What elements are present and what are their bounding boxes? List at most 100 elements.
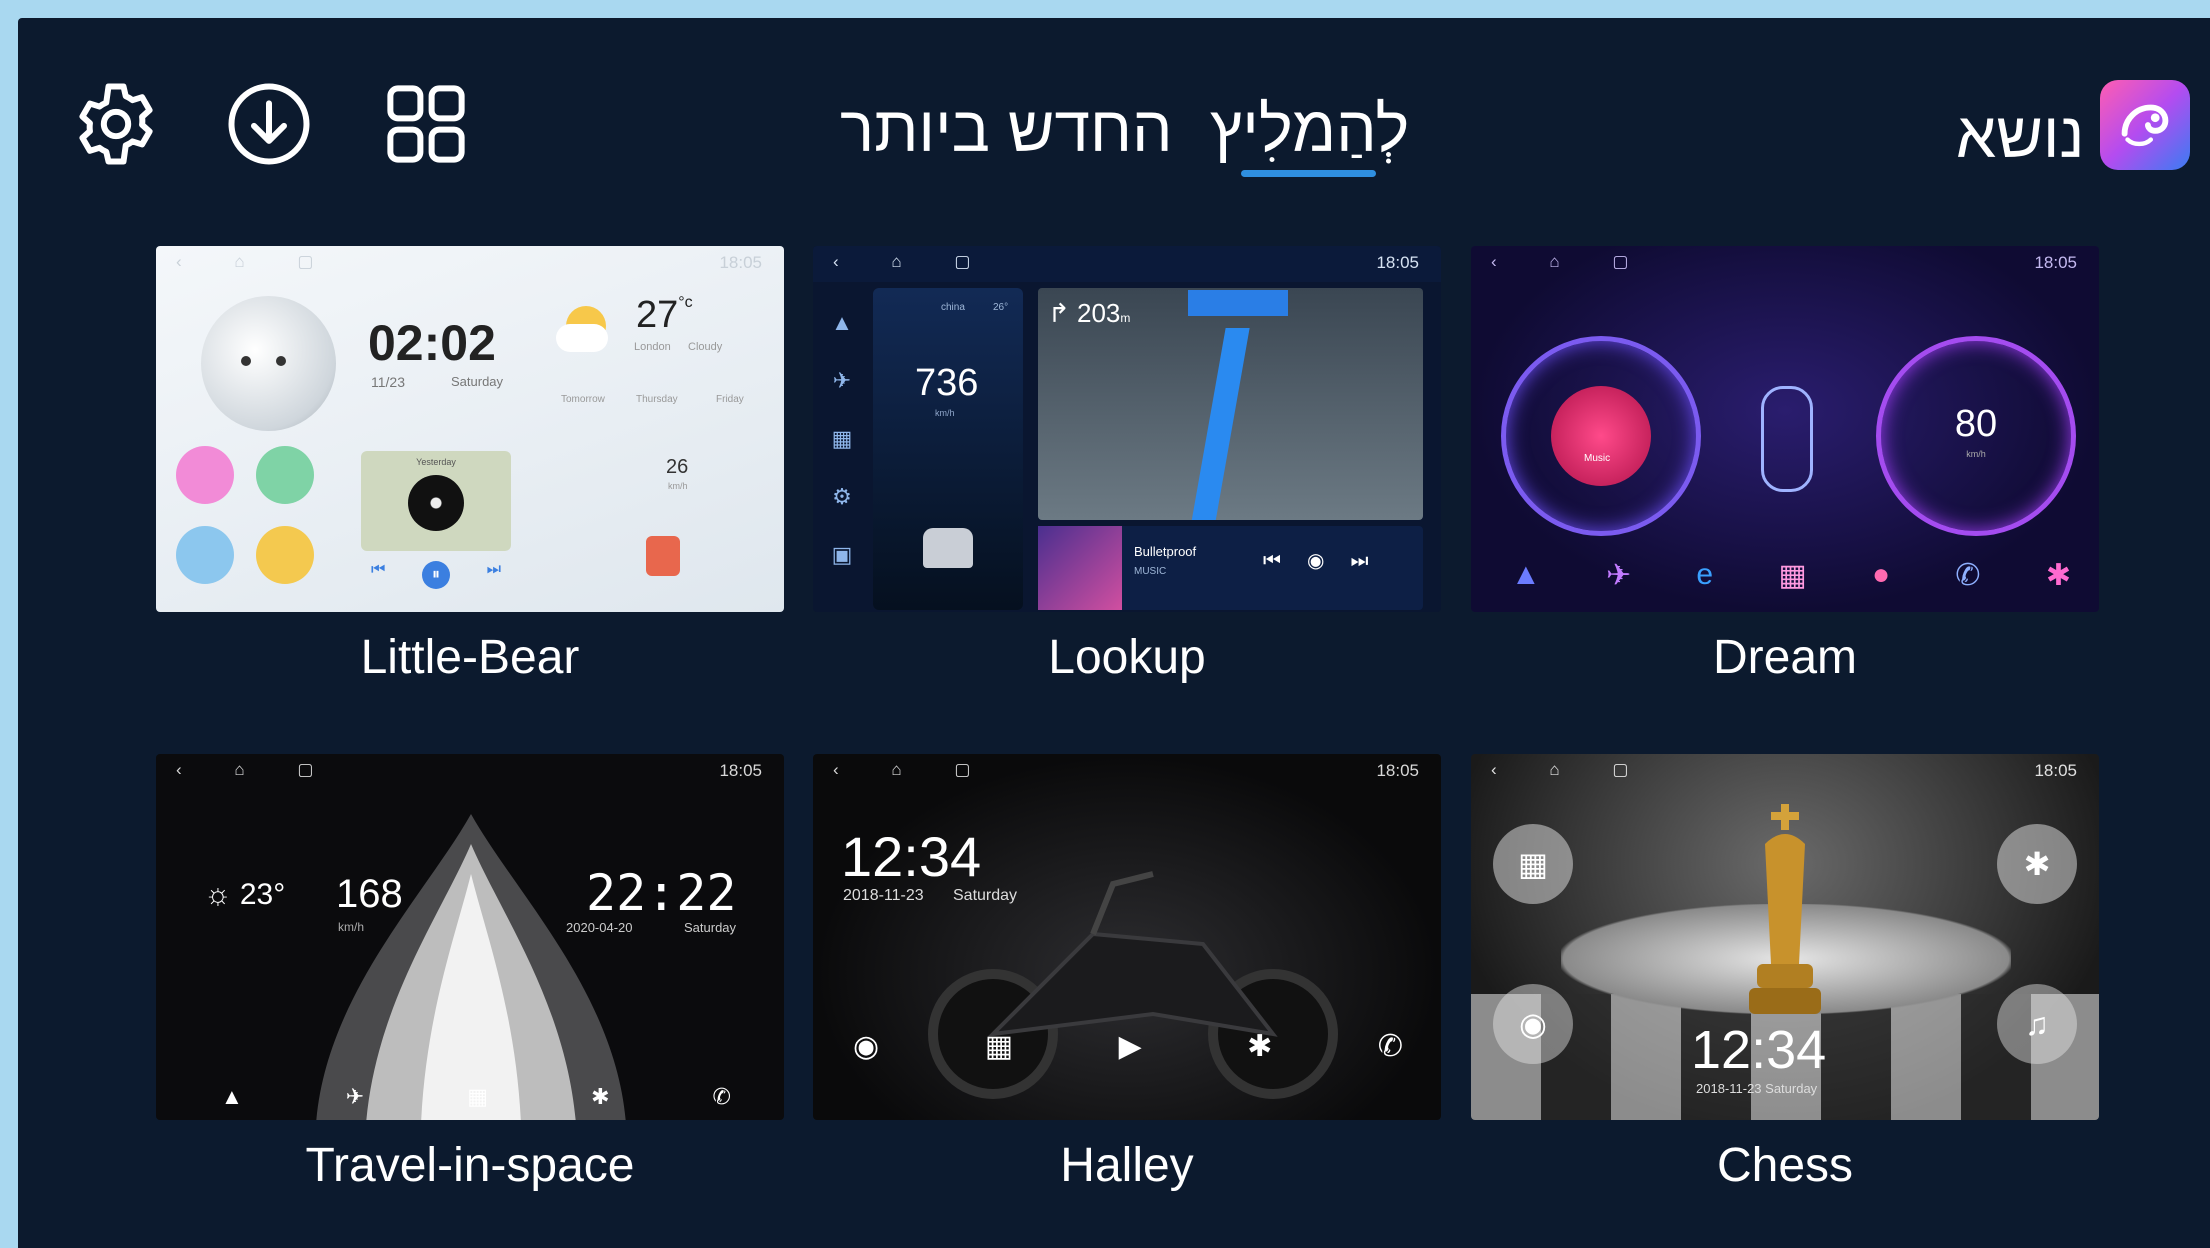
grid-view-button[interactable] <box>378 76 474 172</box>
speed-unit: km/h <box>1966 449 1986 459</box>
song-sub: MUSIC <box>1134 566 1167 577</box>
download-icon <box>228 83 310 165</box>
forecast-2: Thursday <box>636 394 678 405</box>
music-button[interactable]: ♫ <box>1997 984 2077 1064</box>
theme-card-dream[interactable]: ‹ ⌂ ▢ 18:05 Music 80 km/h ▲ ✈ e ▦ ● ✆ ✱ Dream <box>1471 246 2099 685</box>
status-nav-icons: ‹ ⌂ ▢ <box>1491 252 1653 271</box>
apps-button[interactable]: ▦ <box>1493 824 1573 904</box>
music-dial: Music <box>1501 336 1701 536</box>
temp-value: 23° <box>239 878 286 911</box>
speed-unit: km/h <box>338 920 365 934</box>
status-time: 18:05 <box>1376 761 1419 780</box>
grid-icon <box>387 85 465 163</box>
clock-date: 2018-11-23 Saturday <box>1696 1081 1818 1096</box>
browser-button[interactable]: ◉ <box>1493 984 1573 1064</box>
rocket-graphic <box>316 814 626 1120</box>
temp-unit: °c <box>678 294 693 311</box>
status-time: 18:05 <box>719 761 762 780</box>
turn-distance: ↱ 203m <box>1048 298 1131 328</box>
theme-preview: ‹ ⌂ ▢ 18:05 ☼ 23° 168 km/h 22:22 2020-04… <box>156 754 784 1120</box>
app-icon-blue <box>176 526 234 584</box>
status-nav-icons: ‹ ⌂ ▢ <box>1491 760 1653 779</box>
theme-preview: ‹ ⌂ ▢ 18:05 ▲ ✈ ▦ ⚙ ▣ china 26° 736 km/h ↱ 2… <box>813 246 1441 612</box>
tab-recommended[interactable]: לְהַמלִיץ <box>1210 92 1409 166</box>
theme-name: Little-Bear <box>360 631 580 684</box>
vinyl-icon <box>408 475 464 531</box>
app-dock: ▲ ✈ ▦ ✱ ✆ <box>221 1084 731 1109</box>
bluetooth-button[interactable]: ✱ <box>1997 824 2077 904</box>
theme-screen: החדש ביותר לְהַמלִיץ נושא ‹ ⌂ ▢ 18:05 02… <box>18 18 2210 1248</box>
theme-name: Travel-in-space <box>305 1139 635 1192</box>
speed-panel: china 26° 736 km/h <box>873 288 1023 610</box>
weather-city: London <box>634 341 671 353</box>
status-nav-icons: ‹ ⌂ ▢ <box>833 760 995 779</box>
tab-newest[interactable]: החדש ביותר <box>840 92 1173 166</box>
car-icon <box>646 536 680 576</box>
distance-unit: m <box>1120 311 1131 325</box>
car-image <box>923 528 973 568</box>
app-dock: ▲ ✈ e ▦ ● ✆ ✱ <box>1511 558 2071 592</box>
forecast-1: Tomorrow <box>561 394 605 405</box>
theme-card-halley[interactable]: ‹ ⌂ ▢ 18:05 12:34 2018-11-23 Saturday ◉ ▦… <box>813 754 1441 1193</box>
status-nav-icons: ‹ ⌂ ▢ <box>176 252 338 271</box>
theme-preview: ‹ ⌂ ▢ 18:05 Music 80 km/h ▲ ✈ e ▦ ● ✆ ✱ <box>1471 246 2099 612</box>
theme-preview: ‹ ⌂ ▢ 18:05 ▦ ✱ ◉ ♫ 12:34 2018-11-23 Sat… <box>1471 754 2099 1120</box>
theme-preview: ‹ ⌂ ▢ 18:05 12:34 2018-11-23 Saturday ◉ ▦… <box>813 754 1441 1120</box>
music-widget: Yesterday <box>361 451 511 551</box>
forecast-3: Friday <box>716 394 744 405</box>
theme-card-little-bear[interactable]: ‹ ⌂ ▢ 18:05 02:02 11/23 Saturday 27°c Lo… <box>156 246 784 685</box>
distance-value: 203 <box>1077 298 1121 328</box>
weather-desc: Cloudy <box>688 341 723 353</box>
clock-time: 12:34 <box>1691 1020 1827 1080</box>
app-dock: ◉ ▦ ▶ ✱ ✆ <box>853 1030 1403 1063</box>
navigation-map: ↱ 203m <box>1038 288 1423 520</box>
clock-day: Saturday <box>451 374 504 389</box>
clock-date: 11/23 <box>371 374 405 390</box>
temp-value: 27 <box>636 294 679 336</box>
status-nav-icons: ‹ ⌂ ▢ <box>833 252 995 271</box>
speed-value: 26 <box>666 456 689 478</box>
speed-dial: 80 km/h <box>1876 336 2076 536</box>
theme-name: Lookup <box>1048 631 1206 684</box>
song-title: Bulletproof <box>1134 544 1197 559</box>
speed-unit: km/h <box>935 408 955 418</box>
status-time: 18:05 <box>2034 761 2077 780</box>
car-top-view <box>1761 386 1813 492</box>
settings-button[interactable] <box>68 76 164 172</box>
app-icon-green <box>256 446 314 504</box>
theme-card-travel-in-space[interactable]: ‹ ⌂ ▢ 18:05 ☼ 23° 168 km/h 22:22 2020-04… <box>156 754 784 1193</box>
theme-name: Dream <box>1712 631 1858 684</box>
speed-unit: km/h <box>668 481 688 491</box>
gear-icon <box>79 83 153 165</box>
app-icon-yellow <box>256 526 314 584</box>
theme-card-lookup[interactable]: ‹ ⌂ ▢ 18:05 ▲ ✈ ▦ ⚙ ▣ china 26° 736 km/h ↱ 2… <box>813 246 1441 685</box>
motorcycle-image <box>928 871 1338 1099</box>
theme-card-chess[interactable]: ‹ ⌂ ▢ 18:05 ▦ ✱ ◉ ♫ 12:34 2018-11-23 Sat… <box>1471 754 2099 1193</box>
theme-preview: ‹ ⌂ ▢ 18:05 02:02 11/23 Saturday 27°c Lo… <box>156 246 784 612</box>
theme-name: Halley <box>1060 1139 1194 1192</box>
weather-temp: 26° <box>993 302 1009 313</box>
weather-temp: 27°c <box>636 294 693 337</box>
music-title: Yesterday <box>416 457 456 467</box>
gold-king-piece <box>1749 804 1821 1014</box>
weather-city: china <box>941 302 965 313</box>
speed-value: 80 <box>1954 403 1998 445</box>
clock-time: 22:22 <box>586 864 737 922</box>
page-title: נושא <box>1956 99 2085 171</box>
chameleon-logo-icon <box>2121 104 2169 147</box>
active-tab-indicator <box>1241 170 1376 177</box>
temp-readout: ☼ 23° <box>204 878 286 911</box>
theme-name: Chess <box>1716 1139 1854 1192</box>
music-controls: ⏮ ⏸ ⏭ <box>371 561 501 589</box>
theme-app-icon <box>2100 80 2190 170</box>
status-time: 18:05 <box>2034 253 2077 272</box>
status-time: 18:05 <box>719 253 762 272</box>
download-button[interactable] <box>221 76 317 172</box>
player-controls: ⏮◉⏭ <box>1263 550 1395 572</box>
status-nav-icons: ‹ ⌂ ▢ <box>176 760 338 779</box>
clock-day: Saturday <box>684 920 737 935</box>
clock-time: 02:02 <box>368 315 496 371</box>
music-label: Music <box>1584 453 1611 464</box>
speed-value: 168 <box>336 872 403 916</box>
clock-date: 2020-04-20 <box>566 920 633 935</box>
